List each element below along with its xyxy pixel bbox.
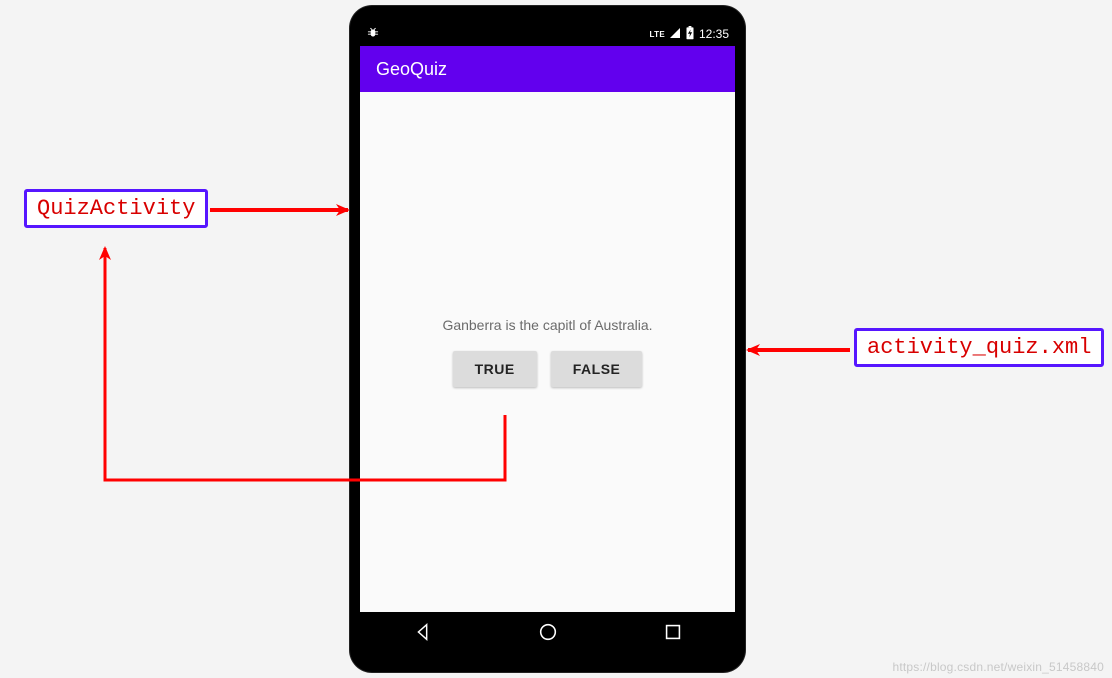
nav-back-icon[interactable] [412, 621, 434, 648]
debug-bug-icon [366, 26, 380, 43]
clock-text: 12:35 [699, 27, 729, 41]
app-bar: GeoQuiz [360, 46, 735, 92]
nav-recent-icon[interactable] [662, 621, 684, 648]
phone-frame: LTE 12:35 GeoQuiz Ganberra is the capitl… [350, 6, 745, 672]
watermark-text: https://blog.csdn.net/weixin_51458840 [892, 660, 1104, 674]
content-area: Ganberra is the capitl of Australia. TRU… [360, 92, 735, 612]
annotation-quizactivity-text: QuizActivity [37, 196, 195, 221]
annotation-quizactivity: QuizActivity [24, 189, 208, 228]
phone-screen: LTE 12:35 GeoQuiz Ganberra is the capitl… [360, 22, 735, 656]
signal-icon [669, 27, 681, 42]
true-button[interactable]: TRUE [453, 351, 537, 387]
question-text: Ganberra is the capitl of Australia. [442, 317, 652, 333]
battery-charging-icon [685, 26, 695, 43]
false-button[interactable]: FALSE [551, 351, 643, 387]
lte-label: LTE [650, 30, 665, 39]
app-title: GeoQuiz [376, 59, 447, 80]
android-nav-bar [360, 612, 735, 656]
annotation-activityquizxml: activity_quiz.xml [854, 328, 1104, 367]
status-bar: LTE 12:35 [360, 22, 735, 46]
annotation-activityquizxml-text: activity_quiz.xml [867, 335, 1091, 360]
nav-home-icon[interactable] [537, 621, 559, 648]
answer-button-row: TRUE FALSE [453, 351, 643, 387]
